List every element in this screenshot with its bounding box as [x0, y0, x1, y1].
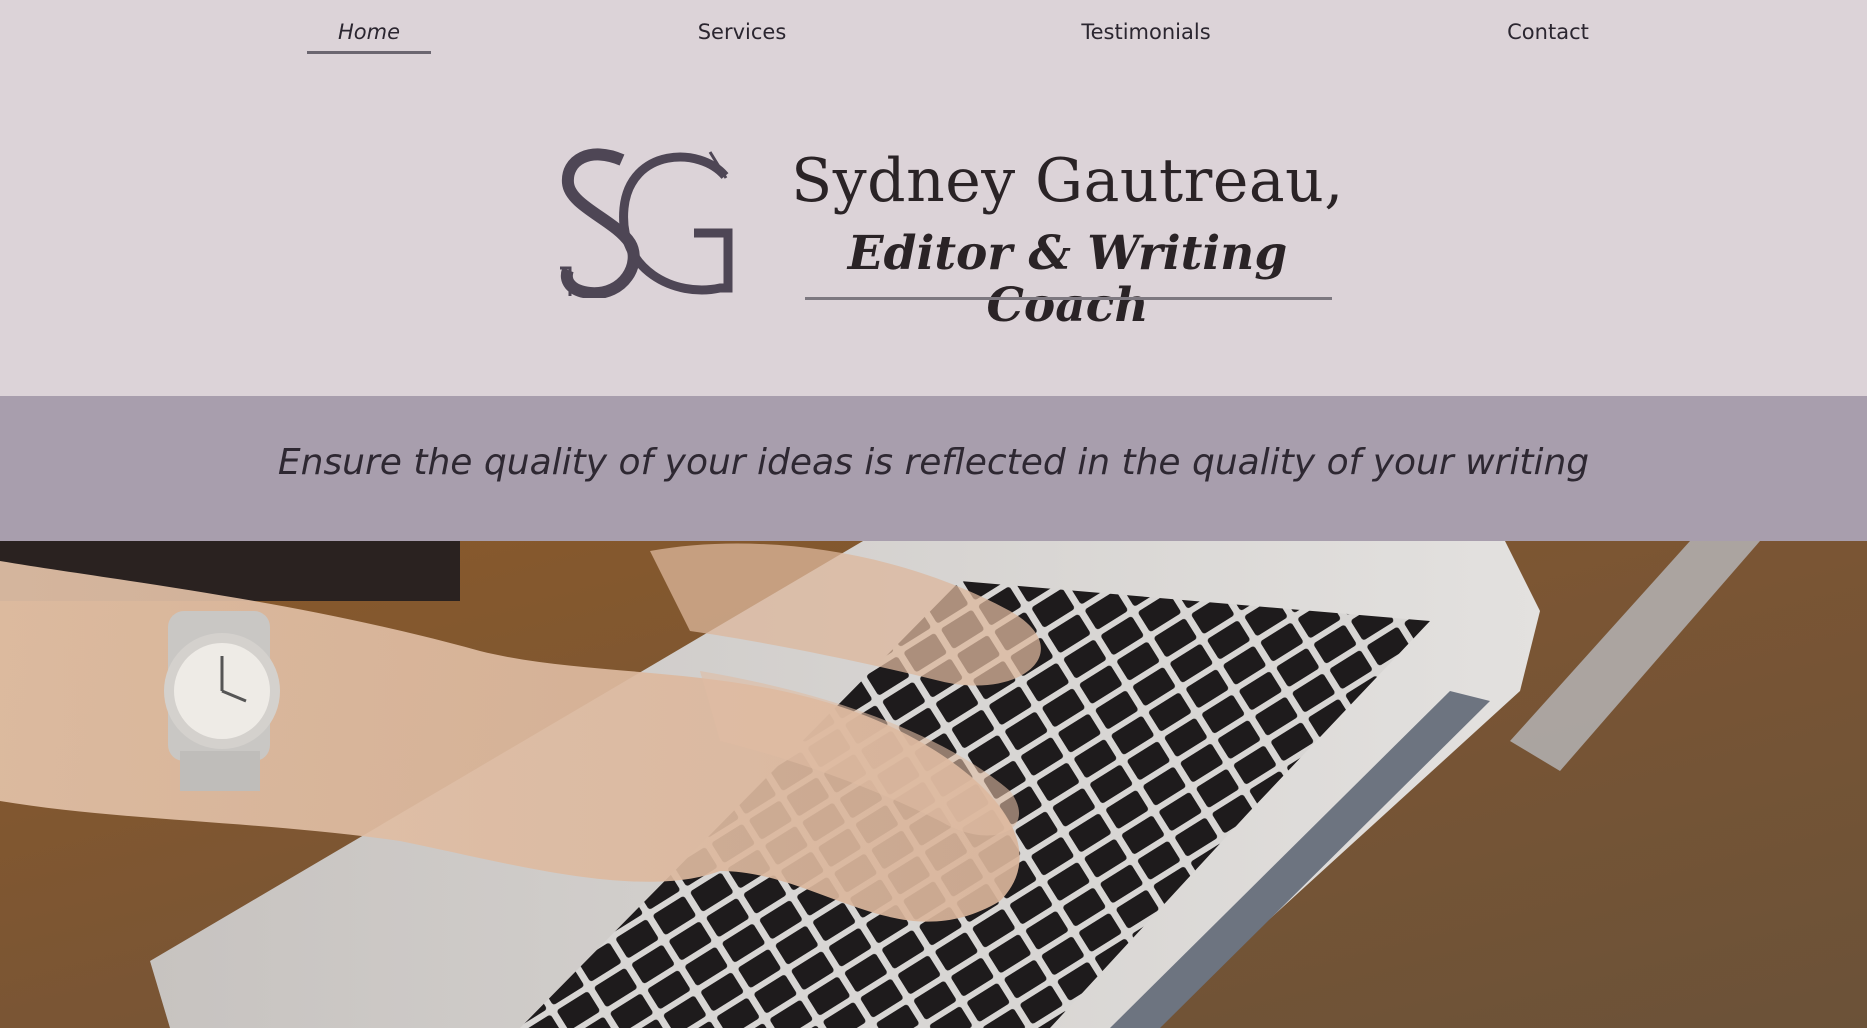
nav-services[interactable]: Services: [680, 20, 804, 44]
hands-typing-photo-image: [0, 541, 1867, 1028]
hero-photo: [0, 541, 1867, 1028]
main-nav: Home Services Testimonials Contact: [0, 0, 1867, 60]
tagline: Ensure the quality of your ideas is refl…: [277, 442, 1590, 483]
site-subtitle: Editor & Writing Coach: [847, 226, 1288, 333]
nav-testimonials[interactable]: Testimonials: [1066, 20, 1226, 44]
title-underline: [805, 297, 1332, 300]
site-name: Sydney Gautreau,: [791, 146, 1344, 216]
sg-logo: [560, 148, 733, 298]
nav-contact[interactable]: Contact: [1488, 20, 1608, 44]
nav-active-underline: [307, 51, 431, 54]
nav-home[interactable]: Home: [307, 20, 431, 44]
